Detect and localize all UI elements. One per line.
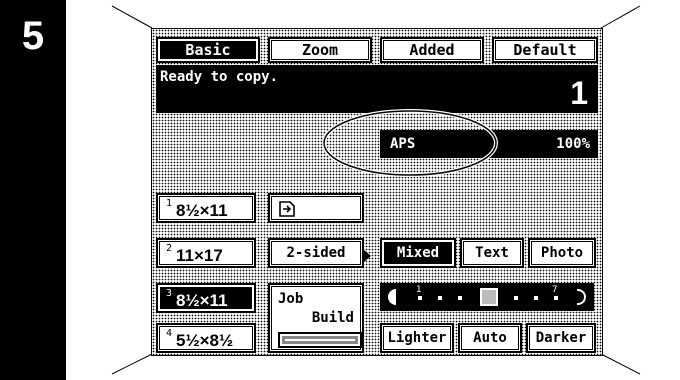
job-build-button[interactable]: Job Build bbox=[268, 283, 364, 353]
density-scale[interactable]: 1 7 bbox=[380, 283, 594, 311]
mode-photo-button[interactable]: Photo bbox=[528, 238, 596, 268]
paper-index: 4 bbox=[166, 328, 173, 339]
auto-exposure-button[interactable]: Auto bbox=[458, 323, 522, 353]
mode-text-label: Text bbox=[475, 245, 509, 261]
zoom-readout: 100% bbox=[556, 136, 590, 152]
step-number: 5 bbox=[21, 14, 45, 58]
lighter-label: Lighter bbox=[387, 330, 447, 346]
paper-index: 3 bbox=[166, 288, 173, 299]
paper-size-label: 8½×11 bbox=[176, 291, 228, 310]
density-dot bbox=[534, 296, 538, 300]
tab-default[interactable]: Default bbox=[492, 37, 598, 63]
mode-photo-label: Photo bbox=[540, 245, 584, 261]
paper-size-button-2[interactable]: 2 11×17 bbox=[156, 238, 256, 268]
paper-index: 1 bbox=[166, 198, 173, 209]
paper-size-label: 11×17 bbox=[176, 246, 223, 265]
lighter-button[interactable]: Lighter bbox=[380, 323, 454, 353]
density-slider-handle[interactable] bbox=[480, 288, 498, 306]
density-dot bbox=[514, 296, 518, 300]
original-orientation-button[interactable] bbox=[268, 193, 364, 223]
status-display: Ready to copy. 1 bbox=[156, 65, 598, 113]
paper-size-button-4[interactable]: 4 5½×8½ bbox=[156, 323, 256, 353]
density-dot bbox=[438, 296, 442, 300]
paper-size-label: 5½×8½ bbox=[176, 331, 234, 350]
original-orientation-icon bbox=[279, 201, 295, 217]
arrow-right-icon bbox=[364, 250, 371, 262]
tab-basic[interactable]: Basic bbox=[156, 37, 260, 63]
dark-moon-icon bbox=[577, 289, 586, 305]
mode-mixed-button[interactable]: Mixed bbox=[380, 238, 456, 268]
mode-text-button[interactable]: Text bbox=[460, 238, 524, 268]
density-dot bbox=[554, 296, 558, 300]
density-max-label: 7 bbox=[552, 285, 558, 295]
tab-added[interactable]: Added bbox=[380, 37, 484, 63]
paper-index: 2 bbox=[166, 243, 173, 254]
darker-button[interactable]: Darker bbox=[526, 323, 596, 353]
two-sided-button[interactable]: 2-sided bbox=[268, 238, 371, 268]
paper-size-label: 8½×11 bbox=[176, 201, 228, 220]
highlight-ellipse bbox=[322, 109, 498, 177]
job-build-label-1: Job bbox=[278, 291, 304, 307]
auto-label: Auto bbox=[473, 330, 507, 346]
density-dot bbox=[418, 296, 422, 300]
paper-size-button-1[interactable]: 1 8½×11 bbox=[156, 193, 256, 223]
density-min-label: 1 bbox=[416, 285, 422, 295]
step-marker: 5 bbox=[0, 0, 66, 380]
tab-zoom[interactable]: Zoom bbox=[268, 37, 372, 63]
density-dot bbox=[458, 296, 462, 300]
copier-touch-panel: Basic Zoom Added Default Ready to copy. … bbox=[151, 28, 603, 356]
paper-size-button-3[interactable]: 3 8½×11 bbox=[156, 283, 256, 313]
copy-count: 1 bbox=[570, 75, 588, 111]
darker-label: Darker bbox=[535, 330, 587, 346]
light-moon-icon bbox=[388, 289, 396, 305]
job-build-bar bbox=[278, 332, 362, 348]
mode-mixed-label: Mixed bbox=[396, 245, 440, 261]
job-build-label-2: Build bbox=[311, 310, 354, 326]
status-message: Ready to copy. bbox=[160, 69, 279, 85]
two-sided-label: 2-sided bbox=[286, 245, 346, 261]
